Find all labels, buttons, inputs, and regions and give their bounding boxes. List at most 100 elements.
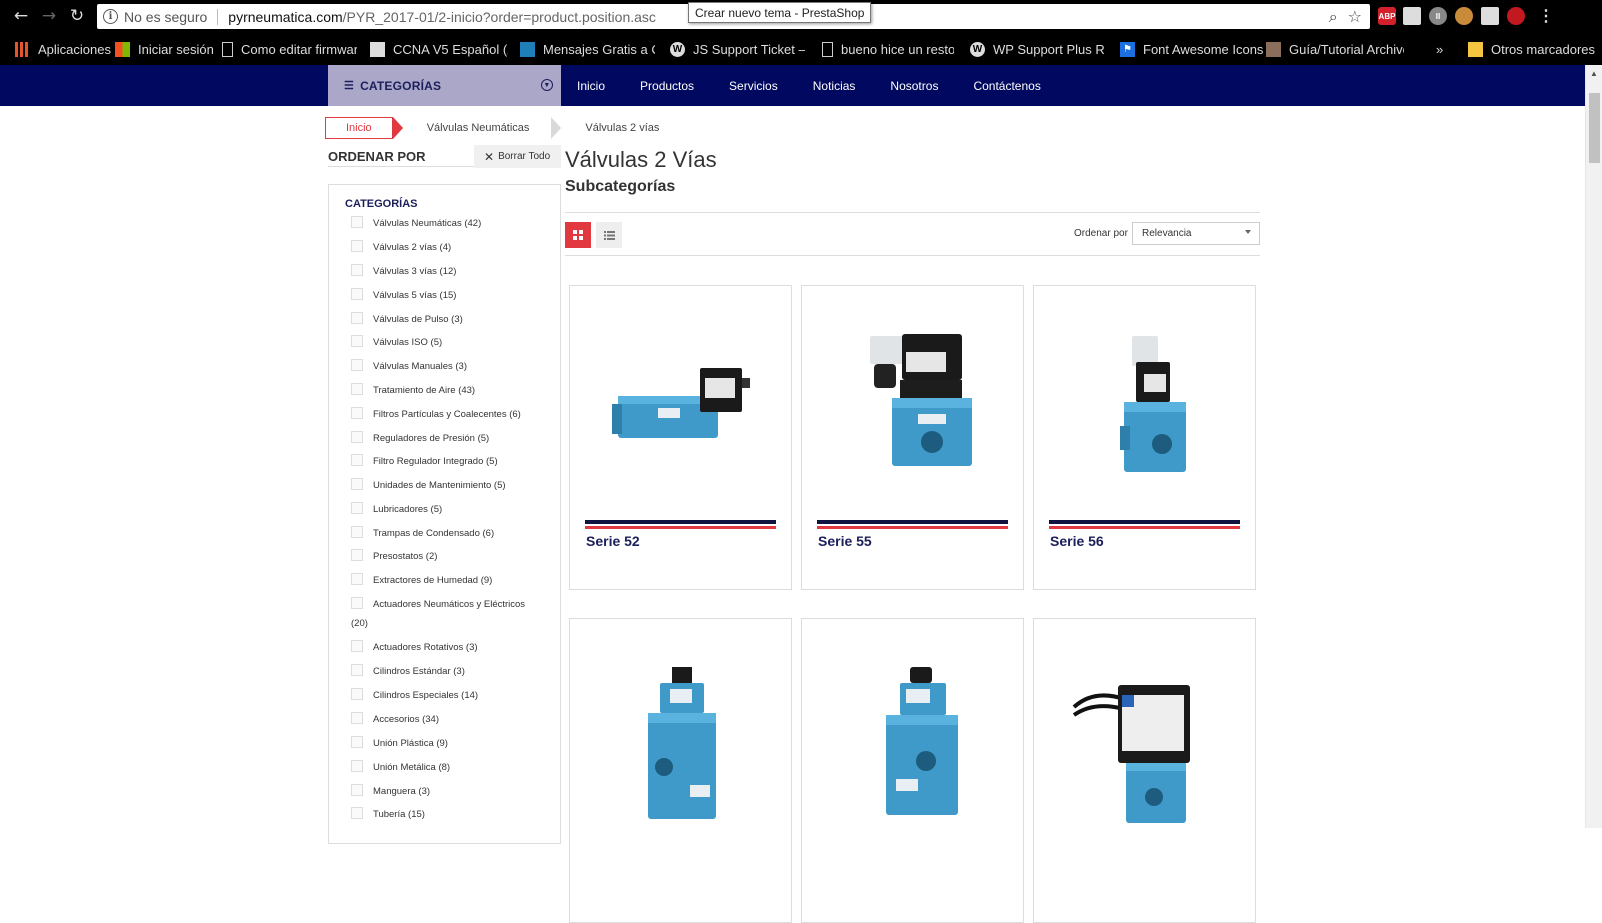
scrollbar-thumb[interactable] (1589, 93, 1600, 163)
menu-inicio[interactable]: Inicio (577, 79, 605, 93)
checkbox[interactable] (351, 502, 363, 514)
product-card[interactable]: Serie 56 (1033, 285, 1256, 590)
forward-icon[interactable]: → (36, 3, 62, 29)
checkbox[interactable] (351, 549, 363, 561)
checkbox[interactable] (351, 736, 363, 748)
checkbox[interactable] (351, 431, 363, 443)
checkbox[interactable] (351, 640, 363, 652)
product-image[interactable] (1054, 316, 1237, 491)
filter-item[interactable]: Reguladores de Presión (5) (351, 430, 551, 449)
checkbox[interactable] (351, 359, 363, 371)
filter-item[interactable]: Lubricadores (5) (351, 501, 551, 520)
product-card[interactable]: Serie 52 (569, 285, 792, 590)
filter-item[interactable]: Filtro Regulador Integrado (5) (351, 453, 551, 472)
url-path[interactable]: /PYR_2017-01/2-inicio?order=product.posi… (343, 9, 656, 25)
url-host[interactable]: pyrneumatica.com (228, 9, 342, 25)
filter-item[interactable]: Válvulas 5 vías (15) (351, 287, 551, 306)
filter-item[interactable]: Actuadores Neumáticos y Eléctricos (20) (351, 596, 541, 633)
checkbox[interactable] (351, 760, 363, 772)
list-view-button[interactable] (596, 222, 622, 248)
checkbox[interactable] (351, 240, 363, 252)
bookmark-ccna[interactable]: CCNA V5 Español (20 (370, 40, 508, 58)
other-bookmarks[interactable]: Otros marcadores (1468, 40, 1595, 58)
cookie-icon[interactable] (1455, 7, 1473, 25)
bookmark-messages[interactable]: Mensajes Gratis a Co (520, 40, 655, 58)
filter-item[interactable]: Accesorios (34) (351, 711, 551, 730)
filter-item[interactable]: Trampas de Condensado (6) (351, 525, 551, 544)
product-image[interactable] (822, 649, 1005, 824)
categories-button[interactable]: ☰ CATEGORÍAS ▼ (328, 65, 561, 106)
filter-item[interactable]: Válvulas Manuales (3) (351, 358, 551, 377)
menu-contactenos[interactable]: Contáctenos (973, 79, 1040, 93)
bookmarks-overflow[interactable]: » (1436, 40, 1443, 58)
filter-item[interactable]: Válvulas 3 vías (12) (351, 263, 551, 282)
back-icon[interactable]: ← (8, 3, 34, 29)
checkbox[interactable] (351, 573, 363, 585)
menu-productos[interactable]: Productos (640, 79, 694, 93)
product-image[interactable] (590, 649, 773, 824)
filter-item[interactable]: Unión Metálica (8) (351, 759, 551, 778)
checkbox[interactable] (351, 383, 363, 395)
checkbox[interactable] (351, 478, 363, 490)
filter-item[interactable]: Válvulas 2 vías (4) (351, 239, 551, 258)
checkbox[interactable] (351, 264, 363, 276)
page-scrollbar[interactable]: ▲ (1585, 65, 1602, 828)
product-card[interactable] (569, 618, 792, 923)
checkbox[interactable] (351, 288, 363, 300)
menu-noticias[interactable]: Noticias (813, 79, 856, 93)
checkbox[interactable] (351, 335, 363, 347)
product-name[interactable]: Serie 55 (818, 533, 872, 549)
filter-item[interactable]: Manguera (3) (351, 783, 551, 802)
filter-item[interactable]: Válvulas Neumáticas (42) (351, 215, 551, 234)
product-name[interactable]: Serie 56 (1050, 533, 1104, 549)
filter-item[interactable]: Cilindros Especiales (14) (351, 687, 551, 706)
screenshot-icon[interactable] (1481, 7, 1499, 25)
clear-all-button[interactable]: ✕ Borrar Todo (474, 145, 561, 168)
bookmark-wp-support[interactable]: W WP Support Plus Res (970, 40, 1105, 58)
stop-icon[interactable] (1507, 7, 1525, 25)
bookmark-font-awesome[interactable]: ⚑ Font Awesome Icons (1120, 40, 1263, 58)
bookmark-js-support[interactable]: W JS Support Ticket — \ (670, 40, 805, 58)
filter-item[interactable]: Unión Plástica (9) (351, 735, 551, 754)
scroll-up-icon[interactable]: ▲ (1590, 69, 1598, 78)
pause-icon[interactable]: II (1429, 7, 1447, 25)
checkbox[interactable] (351, 712, 363, 724)
checkbox[interactable] (351, 664, 363, 676)
product-image[interactable] (1054, 649, 1237, 824)
bookmark-login[interactable]: Iniciar sesión (115, 40, 214, 58)
bookmark-firmware[interactable]: Como editar firmwar (222, 40, 357, 58)
checkbox[interactable] (351, 807, 363, 819)
filter-item[interactable]: Extractores de Humedad (9) (351, 572, 551, 591)
adblock-icon[interactable]: ABP (1378, 7, 1396, 25)
menu-servicios[interactable]: Servicios (729, 79, 778, 93)
product-image[interactable] (822, 316, 1005, 491)
product-card[interactable]: Serie 55 (801, 285, 1024, 590)
product-card[interactable] (1033, 618, 1256, 923)
reload-icon[interactable]: ↻ (64, 3, 90, 29)
filter-item[interactable]: Presostatos (2) (351, 548, 551, 567)
info-icon[interactable]: i (103, 9, 118, 24)
bookmark-resto[interactable]: bueno hice un resto c (822, 40, 954, 58)
checkbox[interactable] (351, 407, 363, 419)
filter-item[interactable]: Tubería (15) (351, 806, 551, 825)
security-status[interactable]: No es seguro (124, 9, 207, 25)
menu-nosotros[interactable]: Nosotros (890, 79, 938, 93)
bookmark-star-icon[interactable]: ☆ (1348, 7, 1362, 27)
filter-item[interactable]: Actuadores Rotativos (3) (351, 639, 551, 658)
breadcrumb-home[interactable]: Inicio (325, 117, 393, 139)
bookmark-guia[interactable]: Guía/Tutorial Archivo (1266, 40, 1404, 58)
zoom-icon[interactable]: ⌕ (1329, 7, 1338, 27)
filter-item[interactable]: Unidades de Mantenimiento (5) (351, 477, 551, 496)
product-card[interactable] (801, 618, 1024, 923)
product-name[interactable]: Serie 52 (586, 533, 640, 549)
menu-dots-icon[interactable]: ⋮ (1537, 7, 1555, 25)
checkbox[interactable] (351, 597, 363, 609)
checkbox[interactable] (351, 688, 363, 700)
checkbox[interactable] (351, 784, 363, 796)
checkbox[interactable] (351, 312, 363, 324)
bookmark-apps[interactable]: Aplicaciones (15, 40, 111, 58)
checkbox[interactable] (351, 216, 363, 228)
filter-item[interactable]: Filtros Partículas y Coalecentes (6) (351, 406, 551, 425)
checkbox[interactable] (351, 526, 363, 538)
filter-item[interactable]: Cilindros Estándar (3) (351, 663, 551, 682)
